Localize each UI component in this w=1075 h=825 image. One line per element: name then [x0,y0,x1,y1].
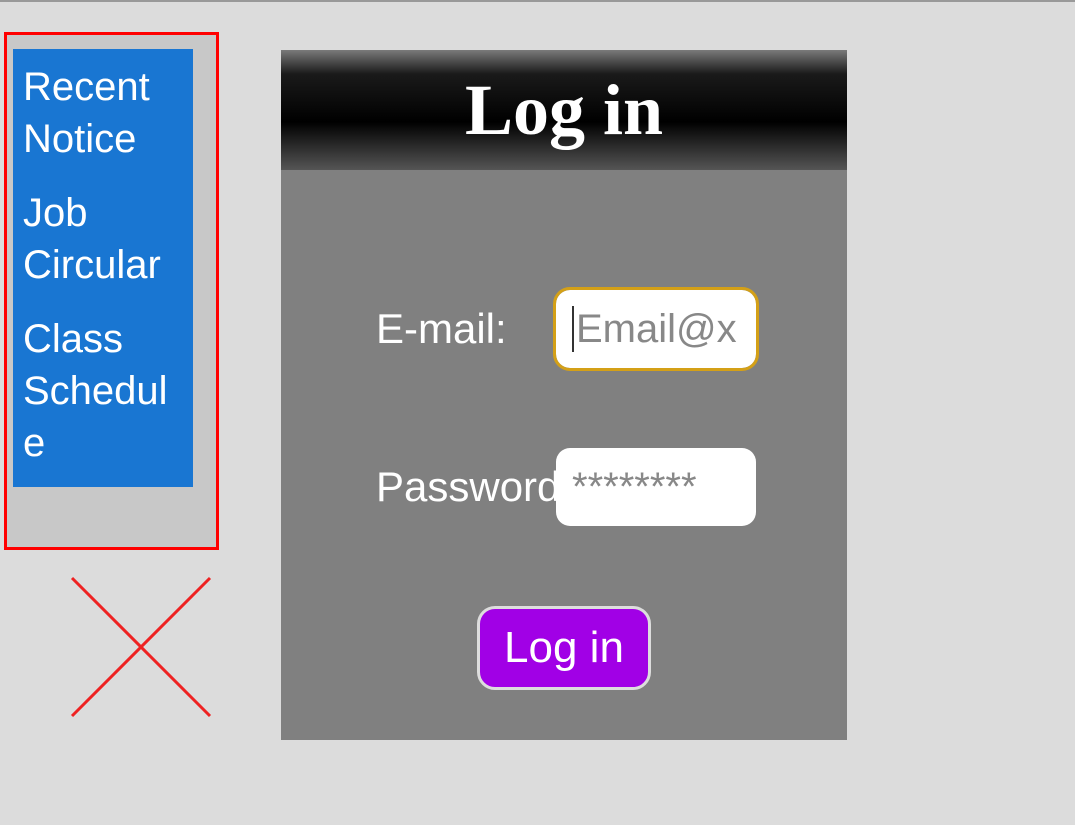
sidebar-item-job-circular[interactable]: Job Circular [23,187,183,291]
login-body: E-mail: Email@x Password: ******** Log i… [281,170,847,740]
password-masked-text: ******** [572,465,697,510]
email-input[interactable]: Email@x [556,290,756,368]
sidebar-item-label: Job Circular [23,191,161,287]
login-heading: Log in [281,50,847,170]
password-row: Password: ******** [311,448,817,526]
email-row: E-mail: Email@x [311,290,817,368]
sidebar-item-label: Class Schedule [23,317,168,465]
login-panel: Log in E-mail: Email@x Password: *******… [281,50,847,740]
sidebar-item-class-schedule[interactable]: Class Schedule [23,313,183,469]
password-label: Password: [311,463,556,511]
sidebar-item-recent-notice[interactable]: Recent Notice [23,61,183,165]
sidebar: Recent Notice Job Circular Class Schedul… [13,49,193,487]
email-label: E-mail: [311,305,556,353]
close-icon[interactable] [62,568,222,728]
email-placeholder-text: Email@x [576,307,737,352]
sidebar-container: Recent Notice Job Circular Class Schedul… [4,32,219,550]
login-button-row: Log in [311,606,817,690]
password-input[interactable]: ******** [556,448,756,526]
text-caret-icon [572,306,574,352]
login-button[interactable]: Log in [477,606,651,690]
login-button-label: Log in [504,623,624,672]
sidebar-item-label: Recent Notice [23,65,150,161]
